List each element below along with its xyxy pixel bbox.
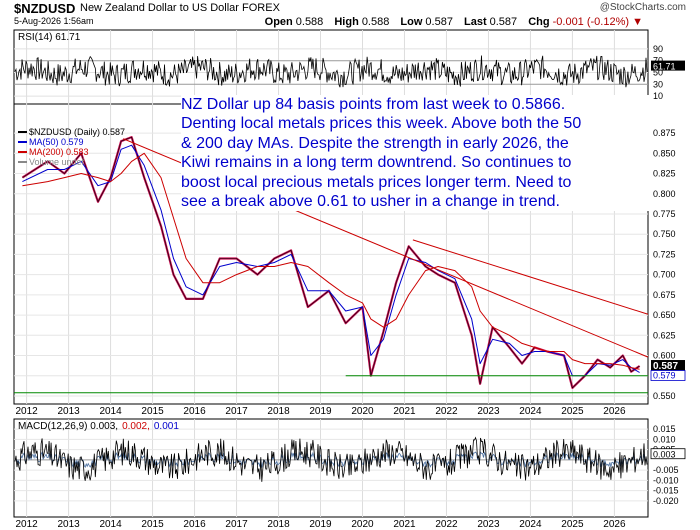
x-tick-label: 2015 (141, 406, 164, 417)
x-tick-label: 2017 (225, 406, 248, 417)
rsi-tick-label: 30 (653, 79, 663, 89)
open-label: Open (264, 16, 293, 28)
last-value: 0.587 (489, 16, 518, 28)
low-label: Low (400, 16, 423, 28)
rsi-last-label: 61.71 (653, 62, 676, 72)
ma50-last-label: 0.579 (653, 371, 676, 381)
high-value: 0.588 (361, 16, 390, 28)
x-tick-label: 2023 (477, 406, 500, 417)
macd-tick-label: 0.015 (653, 424, 676, 434)
price-tick-label: 0.750 (653, 229, 676, 239)
price-tick-label: 0.600 (653, 351, 676, 361)
annotation-line: NZ Dollar up 84 basis points from last w… (181, 96, 566, 113)
x-tick-label: 2016 (183, 406, 206, 417)
macd-tick-label: -0.015 (653, 486, 679, 496)
price-legend-entry: $NZDUSD (Daily) 0.587 (29, 127, 125, 137)
price-tick-label: 0.625 (653, 330, 676, 340)
rsi-legend: RSI(14) 61.71 (18, 32, 81, 43)
price-tick-label: 0.875 (653, 128, 676, 138)
macd-legend-entry: 0.001 (154, 421, 179, 432)
watermark[interactable]: @StockCharts.com (600, 2, 686, 13)
x-tick-label: 2016 (183, 519, 206, 530)
price-tick-label: 0.700 (653, 270, 676, 280)
high-label: High (334, 16, 359, 28)
chart-header: $NZDUSD New Zealand Dollar to US Dollar … (0, 0, 700, 30)
x-tick-label: 2020 (351, 519, 374, 530)
annotation-line: & 200 day MAs. Despite the strength in e… (181, 134, 569, 152)
x-tick-label: 2014 (99, 406, 122, 417)
instrument-name: New Zealand Dollar to US Dollar FOREX (80, 2, 280, 14)
x-tick-label: 2024 (519, 406, 542, 417)
x-tick-label: 2021 (393, 406, 416, 417)
price-tick-label: 0.800 (653, 189, 676, 199)
x-tick-label: 2021 (393, 519, 416, 530)
annotation-line: Denting local metals prices this week. A… (181, 115, 582, 133)
rsi-tick-label: 90 (653, 44, 663, 54)
x-tick-label: 2022 (435, 406, 458, 417)
macd-tick-label: 0.010 (653, 434, 676, 444)
x-tick-label: 2014 (99, 519, 122, 530)
rsi-panel-frame (13, 29, 649, 105)
x-tick-label: 2017 (225, 519, 248, 530)
price-tick-label: 0.725 (653, 249, 676, 259)
x-tick-label: 2023 (477, 519, 500, 530)
price-legend-entry: Volume undef (29, 157, 85, 167)
quote-bar: Open 0.588 High 0.588 Low 0.587 Last 0.587 C… (265, 16, 643, 28)
price-tick-label: 0.775 (653, 209, 676, 219)
x-tick-label: 2013 (57, 519, 80, 530)
x-tick-label: 2015 (141, 519, 164, 530)
x-tick-label: 2012 (15, 519, 38, 530)
x-tick-label: 2025 (561, 406, 584, 417)
macd-tick-label: -0.020 (653, 496, 679, 506)
low-value: 0.587 (425, 16, 453, 28)
price-legend-entry: MA(50) 0.579 (29, 137, 84, 147)
annotation-line: see a break above 0.61 to usher in a cha… (181, 193, 560, 211)
last-label: Last (464, 16, 487, 28)
macd-tick-label: -0.010 (653, 475, 679, 485)
open-value: 0.588 (295, 16, 324, 28)
x-tick-label: 2025 (561, 519, 584, 530)
macd-legend-entry: 0.002, (122, 421, 150, 432)
x-tick-label: 2019 (309, 519, 332, 530)
x-tick-label: 2018 (267, 519, 290, 530)
x-tick-label: 2024 (519, 519, 542, 530)
symbol-title: $NZDUSD (14, 1, 76, 16)
macd-legend-entry: MACD(12,26,9) 0.003, (18, 421, 118, 432)
price-tick-label: 0.850 (653, 148, 676, 158)
exchange-label: FOREX (242, 2, 280, 14)
chart-canvas: 2012 2012 2013 2013 2014 2014 2015 2015 2016 2016… (13, 29, 686, 530)
x-tick-label: 2019 (309, 406, 332, 417)
x-tick-label: 2013 (57, 406, 80, 417)
macd-tick-label: -0.005 (653, 465, 679, 475)
commentary-annotation: NZ Dollar up 84 basis points from last w… (181, 95, 651, 212)
instrument-name-text: New Zealand Dollar to US Dollar (80, 2, 239, 14)
chg-down-icon: ▼ (632, 16, 643, 28)
chg-value: -0.001 (-0.12%) (552, 16, 630, 28)
x-tick-label: 2026 (603, 406, 626, 417)
annotation-line: boost local precious metals prices longe… (181, 173, 572, 191)
rsi-tick-label: 10 (653, 91, 663, 101)
x-tick-label: 2022 (435, 519, 458, 530)
price-tick-label: 0.675 (653, 290, 676, 300)
price-legend-entry: MA(200) 0.583 (29, 147, 89, 157)
x-tick-label: 2012 (15, 406, 38, 417)
x-tick-label: 2018 (267, 406, 290, 417)
macd-last-label: 0.003 (653, 450, 676, 460)
x-tick-label: 2020 (351, 406, 374, 417)
price-tick-label: 0.550 (653, 391, 676, 401)
price-tick-label: 0.825 (653, 169, 676, 179)
chg-label: Chg (528, 16, 550, 28)
x-tick-label: 2026 (603, 519, 626, 530)
annotation-line: Kiwi remains in a long term downtrend. S… (181, 154, 572, 172)
price-tick-label: 0.650 (653, 310, 676, 320)
date-time: 5-Aug-2026 1:56am (14, 16, 94, 26)
